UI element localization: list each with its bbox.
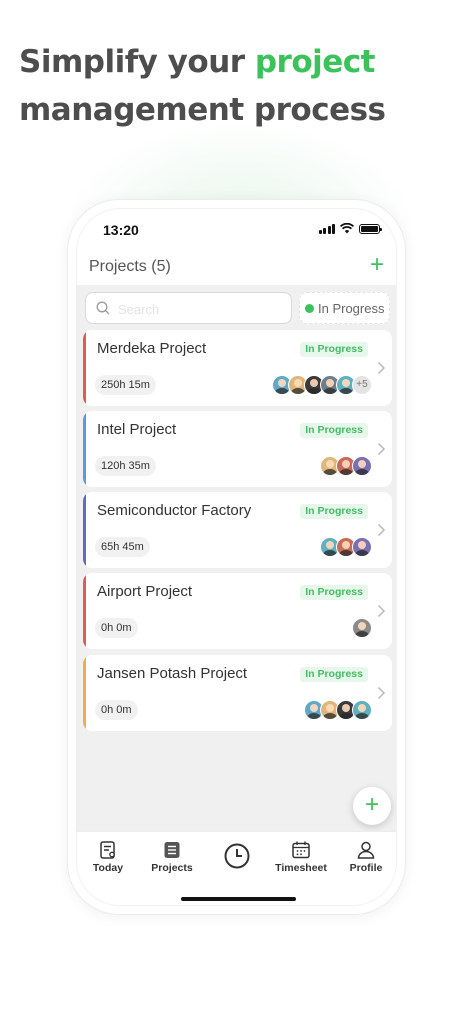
projects-header: Projects (5) + (77, 249, 396, 287)
member-avatars (320, 537, 372, 557)
project-color-bar (83, 330, 86, 406)
project-name: Intel Project (97, 421, 177, 438)
wifi-icon (340, 223, 354, 234)
page-title: Projects (5) (89, 258, 171, 275)
bottom-tab-bar: Today Projects Timesheet Profile (77, 831, 396, 905)
clock-icon (224, 843, 250, 869)
status-filter[interactable]: In Progress (299, 292, 390, 324)
tab-today[interactable]: Today (77, 840, 140, 874)
tab-label: Profile (349, 862, 383, 874)
hours-pill: 0h 0m (95, 700, 138, 720)
status-icons (318, 223, 382, 234)
member-avatars (320, 456, 372, 476)
chevron-right-icon (377, 604, 386, 618)
avatar (352, 456, 372, 476)
member-avatars (304, 700, 372, 720)
project-card[interactable]: Intel Project In Progress 120h 35m (83, 411, 392, 487)
tab-timer[interactable] (205, 842, 269, 872)
signal-icon (318, 223, 335, 234)
calendar-icon (292, 841, 310, 859)
avatar (352, 537, 372, 557)
member-avatars (352, 618, 372, 638)
project-card[interactable]: Merdeka Project In Progress 250h 15m +5 (83, 330, 392, 406)
tab-label: Projects (151, 862, 193, 874)
project-color-bar (83, 411, 86, 487)
project-color-bar (83, 655, 86, 731)
add-project-icon[interactable]: + (370, 251, 384, 279)
headline-accent: project (254, 44, 376, 80)
status-badge: In Progress (300, 342, 368, 357)
tab-label: Timesheet (275, 862, 327, 874)
project-card[interactable]: Semiconductor Factory In Progress 65h 45… (83, 492, 392, 568)
more-members-badge: +5 (352, 375, 372, 395)
chevron-right-icon (377, 442, 386, 456)
project-name: Semiconductor Factory (97, 502, 252, 519)
filter-label: In Progress (318, 300, 385, 316)
chevron-right-icon (377, 523, 386, 537)
tab-projects[interactable]: Projects (140, 840, 204, 874)
avatar (352, 618, 372, 638)
project-card[interactable]: Jansen Potash Project In Progress 0h 0m (83, 655, 392, 731)
project-color-bar (83, 573, 86, 649)
tab-timesheet[interactable]: Timesheet (269, 840, 333, 874)
headline-text-line2: management process (19, 92, 386, 128)
project-list-area: In Progress Merdeka Project In Progress … (77, 285, 396, 831)
search-input[interactable] (118, 299, 283, 319)
headline-text: Simplify your (19, 44, 255, 80)
status-badge: In Progress (300, 504, 368, 519)
hours-pill: 65h 45m (95, 537, 150, 557)
tab-label: Today (92, 862, 124, 874)
hours-pill: 250h 15m (95, 375, 156, 395)
status-badge: In Progress (300, 423, 368, 438)
project-name: Merdeka Project (97, 340, 207, 357)
project-color-bar (83, 492, 86, 568)
hours-pill: 0h 0m (95, 618, 138, 638)
chevron-right-icon (377, 361, 386, 375)
project-card[interactable]: Airport Project In Progress 0h 0m (83, 573, 392, 649)
today-icon (100, 841, 115, 859)
status-badge: In Progress (300, 585, 368, 600)
status-dot-icon (305, 303, 314, 313)
avatar (352, 700, 372, 720)
marketing-headline: Simplify your project management process (19, 38, 386, 134)
person-icon (357, 841, 375, 859)
status-time: 13:20 (103, 222, 139, 238)
search-box[interactable] (85, 292, 292, 324)
member-avatars: +5 (272, 375, 372, 395)
project-name: Airport Project (97, 583, 193, 600)
search-icon (96, 301, 110, 315)
projects-icon (164, 842, 180, 858)
add-floating-button[interactable]: + (353, 787, 391, 825)
tab-profile[interactable]: Profile (334, 840, 396, 874)
chevron-right-icon (377, 686, 386, 700)
phone-screen: 13:20 Projects (5) + In Progress Merdeka… (76, 208, 397, 906)
home-indicator (181, 897, 296, 901)
hours-pill: 120h 35m (95, 456, 156, 476)
status-badge: In Progress (300, 667, 368, 682)
battery-icon (359, 223, 382, 234)
project-name: Jansen Potash Project (97, 665, 248, 682)
